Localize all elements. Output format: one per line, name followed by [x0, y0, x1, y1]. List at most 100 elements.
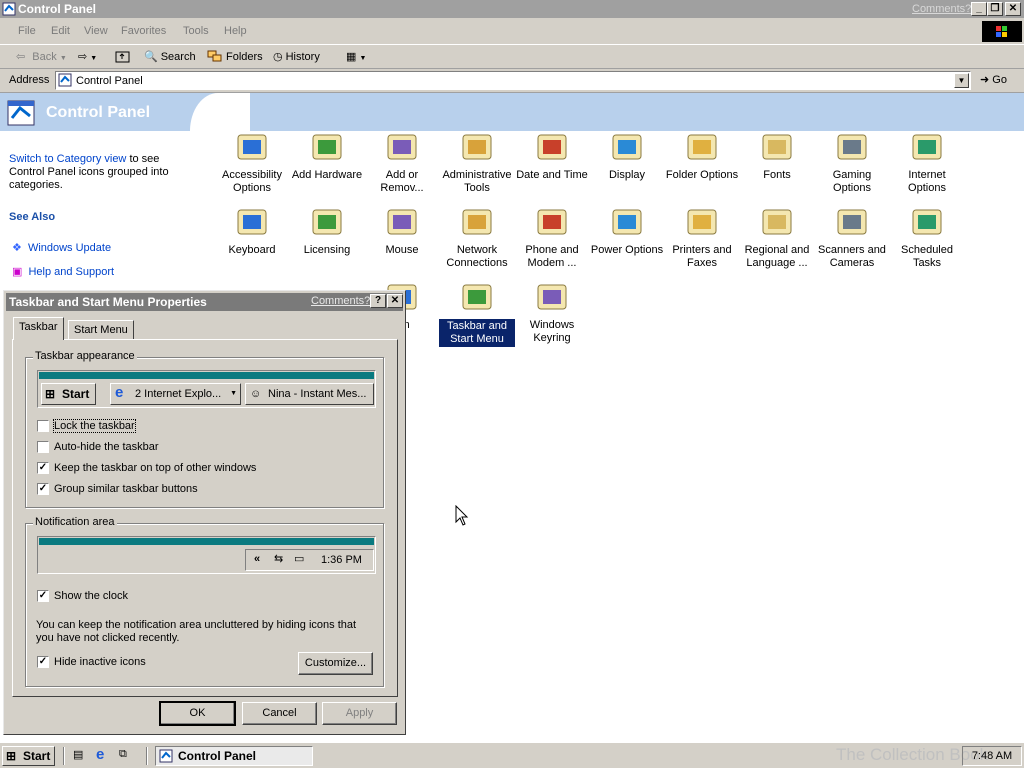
system-tray-clock[interactable]: 7:48 AM [962, 746, 1022, 766]
tab-start-menu[interactable]: Start Menu [68, 320, 134, 340]
hide-inactive-checkbox[interactable]: ✓ [37, 656, 49, 668]
go-button[interactable]: ➜ Go [980, 73, 1007, 86]
auto-hide-checkbox[interactable] [37, 441, 49, 453]
back-button[interactable]: ⇦ Back ▼ [16, 49, 67, 65]
cp-item-label: Accessibility Options [222, 169, 282, 194]
forward-button[interactable]: ⇨ ▼ [78, 49, 97, 65]
address-field[interactable]: Control Panel ▼ [55, 71, 971, 90]
customize-button[interactable]: Customize... [298, 652, 373, 675]
switch-category-link[interactable]: Switch to Category view [9, 153, 126, 165]
folders-button[interactable]: Folders [207, 49, 263, 65]
cancel-button[interactable]: Cancel [242, 702, 317, 725]
menu-help[interactable]: Help [224, 25, 247, 37]
cp-item-internet-options[interactable]: Internet Options [889, 131, 965, 195]
taskbar-separator [63, 747, 65, 765]
folder-options-icon [684, 131, 720, 165]
cp-item-label: Network Connections [446, 244, 508, 269]
add-remove-programs-icon [384, 131, 420, 165]
messenger-icon: ☺ [250, 388, 262, 400]
chevron-down-icon: ▼ [90, 55, 98, 62]
cp-item-gaming-options[interactable]: Gaming Options [814, 131, 890, 195]
taskbar-preview: ⊞ Start e2 Internet Explo... ▼ ☺ Nina - In… [37, 370, 376, 408]
windows-update-link[interactable]: ❖ Windows Update [12, 241, 111, 254]
windows-keyring-icon [534, 281, 570, 315]
dialog-close-button[interactable]: ✕ [387, 294, 403, 308]
task-button-control-panel[interactable]: Control Panel [155, 746, 313, 766]
keep-on-top-checkbox[interactable]: ✓ [37, 462, 49, 474]
history-button[interactable]: ◷ History [273, 49, 320, 65]
cp-item-licensing[interactable]: Licensing [289, 206, 365, 257]
cp-item-mouse[interactable]: Mouse [364, 206, 440, 257]
views-button[interactable]: ▦ ▼ [346, 49, 366, 65]
minimize-button[interactable]: _ [971, 2, 987, 16]
cp-item-network-connections[interactable]: Network Connections [439, 206, 515, 270]
address-dropdown-button[interactable]: ▼ [954, 73, 969, 88]
menu-file[interactable]: File [18, 25, 36, 37]
scheduled-tasks-icon [909, 206, 945, 240]
cp-item-regional-language[interactable]: Regional and Language ... [739, 206, 815, 270]
forward-arrow-icon: ⇨ [78, 51, 88, 63]
taskbar-tab-panel: Taskbar appearance ⊞ Start e2 Internet Ex… [12, 339, 398, 697]
menu-tools[interactable]: Tools [183, 25, 209, 37]
power-options-icon [609, 206, 645, 240]
add-hardware-icon [309, 131, 345, 165]
cp-item-display[interactable]: Display [589, 131, 665, 182]
cp-item-accessibility[interactable]: Accessibility Options [214, 131, 290, 195]
tab-taskbar[interactable]: Taskbar [13, 317, 64, 340]
standard-toolbar: ⇦ Back ▼ ⇨ ▼ 🔍 Search Folders ◷ History ▦ … [0, 45, 1024, 69]
cp-item-power-options[interactable]: Power Options [589, 206, 665, 257]
search-button[interactable]: 🔍 Search [144, 49, 196, 65]
menu-favorites[interactable]: Favorites [121, 25, 166, 37]
dialog-help-button[interactable]: ? [370, 294, 386, 308]
keep-on-top-label[interactable]: Keep the taskbar on top of other windows [54, 462, 256, 474]
cp-item-label: Windows Keyring [529, 319, 575, 344]
menu-view[interactable]: View [84, 25, 108, 37]
hide-inactive-label[interactable]: Hide inactive icons [54, 656, 146, 668]
show-clock-checkbox[interactable]: ✓ [37, 590, 49, 602]
show-clock-label[interactable]: Show the clock [54, 590, 128, 602]
show-desktop-icon[interactable]: ▤ [73, 748, 83, 761]
auto-hide-label[interactable]: Auto-hide the taskbar [54, 441, 159, 453]
cp-item-printers-faxes[interactable]: Printers and Faxes [664, 206, 740, 270]
dialog-comments-link[interactable]: Comments? [311, 295, 370, 307]
tray-chevron: « [254, 553, 261, 565]
cp-item-fonts[interactable]: Fonts [739, 131, 815, 182]
cp-item-add-hardware[interactable]: Add Hardware [289, 131, 365, 182]
notification-description: You can keep the notification area unclu… [36, 619, 357, 644]
group-buttons-label[interactable]: Group similar taskbar buttons [54, 483, 198, 495]
address-label: Address [9, 74, 50, 86]
cp-item-keyboard[interactable]: Keyboard [214, 206, 290, 257]
lock-taskbar-label[interactable]: Lock the taskbar [53, 419, 136, 433]
close-button[interactable]: ✕ [1005, 2, 1021, 16]
cp-item-folder-options[interactable]: Folder Options [664, 131, 740, 182]
menu-edit[interactable]: Edit [51, 25, 70, 37]
up-folder-button[interactable] [115, 49, 131, 65]
taskbar-appearance-group: Taskbar appearance ⊞ Start e2 Internet Ex… [25, 350, 384, 508]
help-support-link[interactable]: ▣ Help and Support [12, 265, 114, 278]
start-button[interactable]: ⊞ Start [2, 746, 55, 766]
dialog-title: Taskbar and Start Menu Properties [9, 295, 207, 309]
dialog-titlebar[interactable]: Taskbar and Start Menu Properties Commen… [6, 293, 403, 311]
internet-explorer-icon[interactable]: e [96, 746, 104, 763]
go-arrow-icon: ➜ [980, 74, 990, 86]
cp-item-taskbar-start-menu[interactable]: Taskbar and Start Menu [439, 281, 515, 347]
taskbar: ⊞ Start ▤ e ⧉ Control Panel The Collectio… [0, 742, 1024, 768]
restore-button[interactable]: ❐ [987, 2, 1003, 16]
cp-item-scanners-cameras[interactable]: Scanners and Cameras [814, 206, 890, 270]
cp-item-windows-keyring[interactable]: Windows Keyring [514, 281, 590, 345]
lock-taskbar-checkbox[interactable] [37, 420, 49, 432]
ok-button[interactable]: OK [159, 701, 236, 726]
cp-item-phone-modem[interactable]: Phone and Modem ... [514, 206, 590, 270]
gaming-options-icon [834, 131, 870, 165]
comments-link[interactable]: Comments? [912, 3, 971, 15]
cp-item-label: Display [608, 169, 646, 181]
keyboard-icon [234, 206, 270, 240]
apply-button[interactable]: Apply [322, 702, 397, 725]
cp-item-scheduled-tasks[interactable]: Scheduled Tasks [889, 206, 965, 270]
cp-item-add-remove-programs[interactable]: Add or Remov... [364, 131, 440, 195]
cp-item-date-time[interactable]: Date and Time [514, 131, 590, 182]
group-buttons-checkbox[interactable]: ✓ [37, 483, 49, 495]
quicklaunch-app-icon[interactable]: ⧉ [119, 748, 127, 761]
cp-item-administrative-tools[interactable]: Administrative Tools [439, 131, 515, 195]
window-titlebar[interactable]: Control Panel Comments? _ ❐ ✕ [0, 0, 1024, 18]
